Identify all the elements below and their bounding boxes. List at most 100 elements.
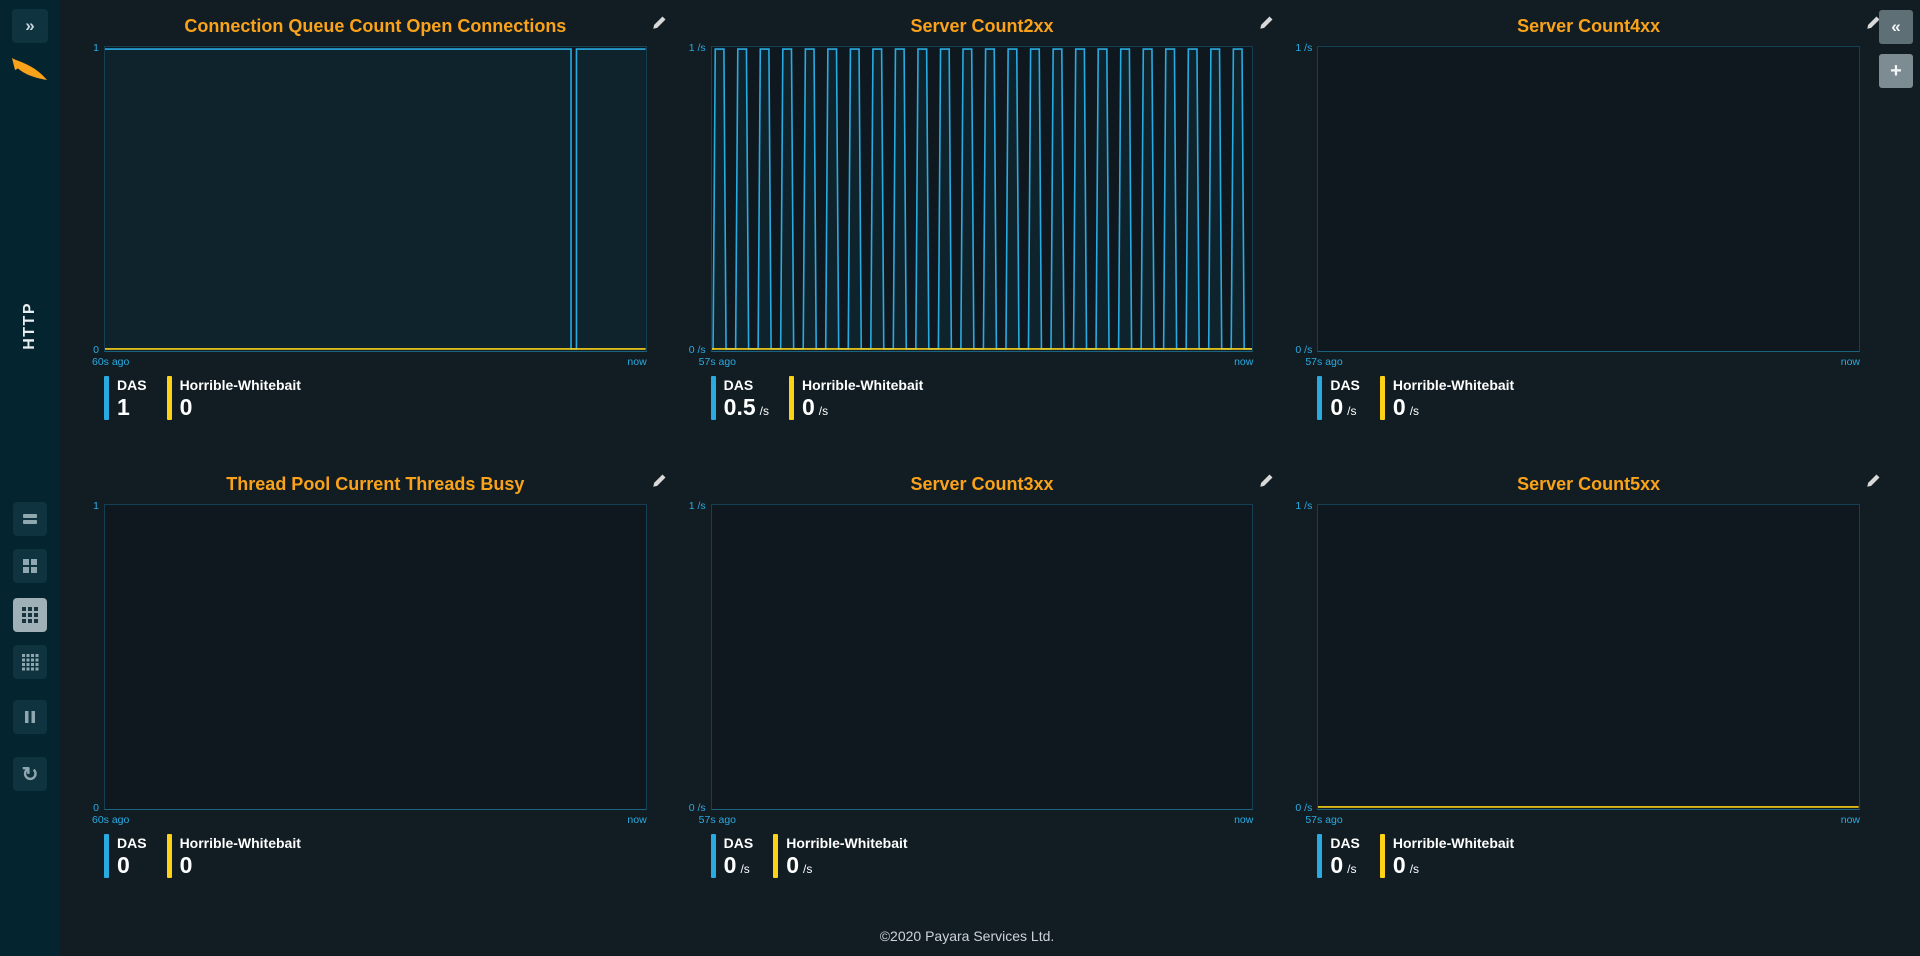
- x-axis-end-label: now: [627, 356, 646, 368]
- x-axis-start-label: 57s ago: [699, 814, 736, 826]
- legend-series-name: Horrible-Whitebait: [1393, 377, 1514, 394]
- legend-series-name: DAS: [1330, 377, 1360, 394]
- line-chart: [1317, 46, 1860, 352]
- x-axis-end-label: now: [1234, 356, 1253, 368]
- y-axis-max-label: 1 /s: [1295, 42, 1312, 54]
- pencil-icon: [1259, 473, 1274, 488]
- chart-panel: Server Count2xx 1 /s 0 /s 57s ago now DA…: [711, 12, 1254, 426]
- y-axis-max-label: 1 /s: [1295, 500, 1312, 512]
- legend-series-value: 0.5 /s: [724, 394, 769, 425]
- add-chart-button[interactable]: +: [1879, 54, 1913, 88]
- legend-series-value: 0 /s: [786, 852, 907, 883]
- legend-color-bar: [167, 376, 172, 420]
- x-axis-end-label: now: [1841, 814, 1860, 826]
- legend-color-bar: [104, 834, 109, 878]
- y-axis-min-label: 0 /s: [689, 802, 706, 814]
- legend-series-value: 0: [180, 852, 301, 879]
- layout-grid-3-button[interactable]: [13, 598, 47, 632]
- edit-chart-button[interactable]: [649, 471, 671, 493]
- edit-chart-button[interactable]: [1255, 471, 1277, 493]
- chart-panel: Connection Queue Count Open Connections …: [104, 12, 647, 426]
- legend-series-value: 0: [117, 852, 147, 879]
- legend-series-value: 0 /s: [1393, 852, 1514, 883]
- pause-button[interactable]: [13, 700, 47, 734]
- edit-chart-button[interactable]: [649, 13, 671, 35]
- page-section-label: HTTP: [0, 278, 60, 374]
- chart-title: Connection Queue Count Open Connections: [104, 12, 647, 40]
- legend-series-unit: /s: [760, 398, 769, 425]
- legend-item-horrible-whitebait: Horrible-Whitebait 0: [167, 834, 301, 884]
- x-axis-start-label: 60s ago: [92, 814, 129, 826]
- legend-series-value: 0 /s: [1330, 852, 1360, 883]
- legend-series-unit: /s: [819, 398, 828, 425]
- legend-series-unit: /s: [1347, 398, 1356, 425]
- chart-header: Server Count4xx: [1317, 12, 1860, 46]
- legend-item-horrible-whitebait: Horrible-Whitebait 0: [167, 376, 301, 426]
- legend-series-value: 0: [180, 394, 301, 421]
- refresh-button[interactable]: ↻: [13, 757, 47, 791]
- chart-title: Server Count2xx: [711, 12, 1254, 40]
- chart-legend: DAS 0 Horrible-Whitebait 0: [104, 834, 647, 884]
- x-axis: 60s ago now: [104, 810, 647, 830]
- right-rail: « +: [1874, 0, 1920, 956]
- legend-series-name: DAS: [117, 835, 147, 852]
- pencil-icon: [652, 473, 667, 488]
- plot-area: 1 /s 0 /s: [1317, 504, 1860, 810]
- y-axis-max-label: 1: [93, 42, 99, 54]
- line-chart: [711, 46, 1254, 352]
- collapse-panel-button[interactable]: «: [1879, 10, 1913, 44]
- chart-legend: DAS 0 /s Horrible-Whitebait 0 /s: [1317, 834, 1860, 884]
- layout-rows-button[interactable]: [13, 502, 47, 536]
- legend-series-value: 0 /s: [724, 852, 754, 883]
- grid-3x3-icon: [21, 606, 39, 624]
- y-axis-max-label: 1 /s: [689, 500, 706, 512]
- pencil-icon: [652, 15, 667, 30]
- chart-header: Server Count5xx: [1317, 470, 1860, 504]
- legend-series-value: 0 /s: [802, 394, 923, 425]
- legend-series-name: DAS: [724, 377, 769, 394]
- legend-color-bar: [1317, 834, 1322, 878]
- legend-color-bar: [167, 834, 172, 878]
- legend-color-bar: [789, 376, 794, 420]
- legend-color-bar: [1380, 376, 1385, 420]
- legend-series-unit: /s: [1410, 856, 1419, 883]
- layout-grid-2-button[interactable]: [13, 549, 47, 583]
- x-axis-end-label: now: [1234, 814, 1253, 826]
- legend-item-das: DAS 0 /s: [1317, 376, 1360, 426]
- rows-layout-icon: [21, 510, 39, 528]
- x-axis-start-label: 60s ago: [92, 356, 129, 368]
- legend-series-name: DAS: [1330, 835, 1360, 852]
- plus-icon: +: [1890, 60, 1902, 83]
- x-axis: 57s ago now: [1317, 352, 1860, 372]
- legend-series-value: 0 /s: [1393, 394, 1514, 425]
- plot-area: 1 /s 0 /s: [711, 46, 1254, 352]
- legend-series-unit: /s: [740, 856, 749, 883]
- pause-icon: [21, 708, 39, 726]
- y-axis-min-label: 0 /s: [689, 344, 706, 356]
- x-axis-end-label: now: [627, 814, 646, 826]
- y-axis-min-label: 0: [93, 344, 99, 356]
- x-axis-start-label: 57s ago: [1305, 814, 1342, 826]
- legend-series-unit: /s: [1347, 856, 1356, 883]
- x-axis-end-label: now: [1841, 356, 1860, 368]
- refresh-icon: ↻: [22, 762, 39, 787]
- legend-color-bar: [773, 834, 778, 878]
- expand-sidebar-button[interactable]: »: [12, 9, 48, 43]
- legend-series-name: Horrible-Whitebait: [1393, 835, 1514, 852]
- legend-color-bar: [1317, 376, 1322, 420]
- x-axis-start-label: 57s ago: [699, 356, 736, 368]
- legend-item-horrible-whitebait: Horrible-Whitebait 0 /s: [1380, 834, 1514, 884]
- plot-area: 1 /s 0 /s: [711, 504, 1254, 810]
- chart-title: Server Count5xx: [1317, 470, 1860, 498]
- layout-grid-4-button[interactable]: [13, 645, 47, 679]
- y-axis-min-label: 0 /s: [1295, 344, 1312, 356]
- legend-series-value: 1: [117, 394, 147, 421]
- chart-title: Thread Pool Current Threads Busy: [104, 470, 647, 498]
- chart-panel: Server Count5xx 1 /s 0 /s 57s ago now DA…: [1317, 470, 1860, 884]
- chart-legend: DAS 1 Horrible-Whitebait 0: [104, 376, 647, 426]
- legend-item-horrible-whitebait: Horrible-Whitebait 0 /s: [789, 376, 923, 426]
- edit-chart-button[interactable]: [1255, 13, 1277, 35]
- y-axis-max-label: 1 /s: [689, 42, 706, 54]
- chart-legend: DAS 0.5 /s Horrible-Whitebait 0 /s: [711, 376, 1254, 426]
- legend-item-das: DAS 0: [104, 834, 147, 884]
